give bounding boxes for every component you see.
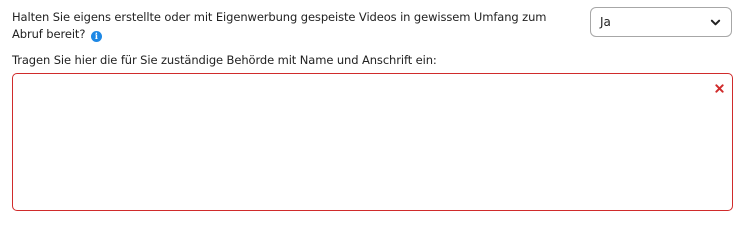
video-question-label: Halten Sie eigens erstellte oder mit Eig… <box>12 9 572 43</box>
select-value: Ja <box>600 15 611 29</box>
info-icon[interactable]: i <box>90 31 102 42</box>
error-x-icon <box>715 84 724 93</box>
authority-textarea[interactable] <box>12 73 733 211</box>
authority-label: Tragen Sie hier die für Sie zuständige B… <box>12 53 437 67</box>
chevron-down-icon <box>710 19 721 26</box>
video-answer-select[interactable]: Ja <box>590 7 732 37</box>
